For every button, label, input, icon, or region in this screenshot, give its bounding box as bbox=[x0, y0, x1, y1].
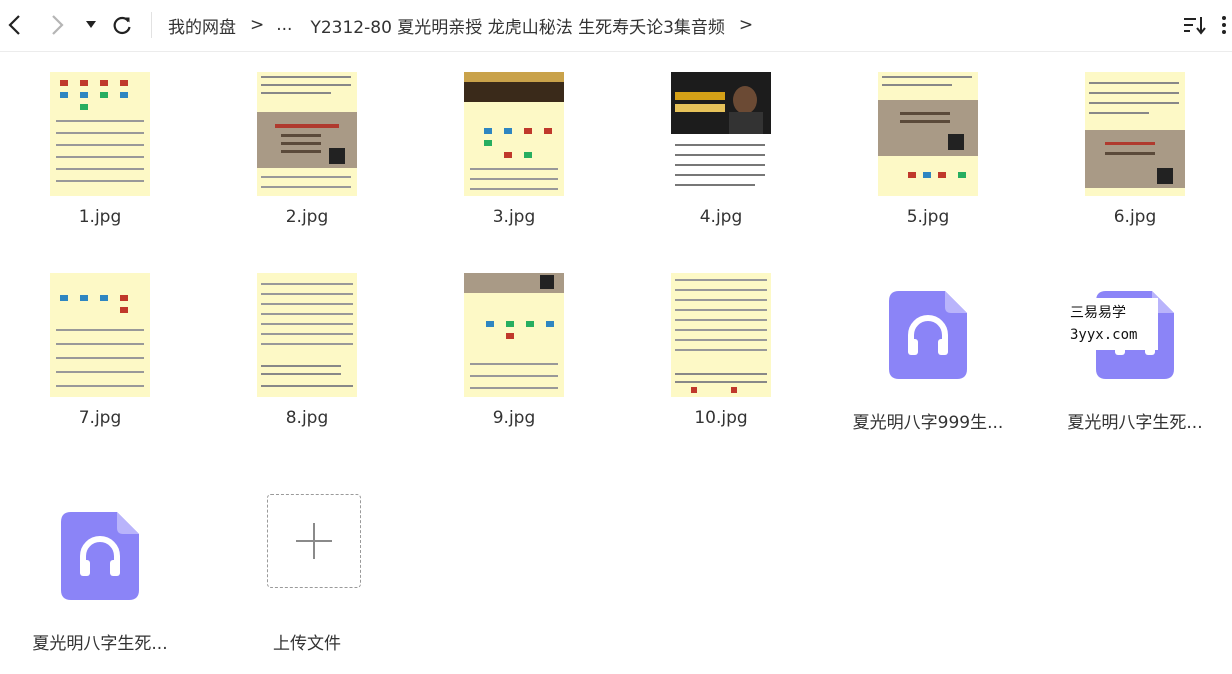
chevron-right-icon bbox=[52, 15, 64, 35]
refresh-button[interactable] bbox=[107, 10, 137, 40]
file-name: 4.jpg bbox=[699, 207, 743, 227]
file-name: 5.jpg bbox=[906, 207, 950, 227]
image-thumbnail bbox=[671, 273, 771, 397]
image-thumbnail bbox=[1085, 72, 1185, 196]
audio-file-icon bbox=[61, 512, 139, 600]
file-name: 9.jpg bbox=[492, 408, 536, 428]
file-item[interactable]: 9.jpg bbox=[414, 263, 614, 453]
file-name: 2.jpg bbox=[285, 207, 329, 227]
file-name: 7.jpg bbox=[78, 408, 122, 428]
image-thumbnail bbox=[50, 72, 150, 196]
image-thumbnail bbox=[50, 273, 150, 397]
file-item[interactable]: 夏光明八字生死... bbox=[1035, 263, 1232, 453]
file-name: 夏光明八字生死... bbox=[1067, 413, 1203, 433]
file-name: 夏光明八字999生... bbox=[852, 413, 1004, 433]
file-name: 8.jpg bbox=[285, 408, 329, 428]
watermark-line1: 三易易学 bbox=[1070, 305, 1126, 321]
image-thumbnail bbox=[671, 72, 771, 196]
sort-button[interactable] bbox=[1180, 10, 1210, 40]
file-name: 10.jpg bbox=[694, 408, 748, 428]
file-item[interactable]: 7.jpg bbox=[0, 263, 200, 453]
back-button[interactable] bbox=[0, 10, 30, 40]
file-name: 3.jpg bbox=[492, 207, 536, 227]
audio-file-thumbnail bbox=[50, 494, 150, 618]
caret-down-icon bbox=[86, 21, 96, 28]
file-item[interactable]: 6.jpg bbox=[1035, 62, 1232, 252]
breadcrumb-ellipsis[interactable]: ... bbox=[276, 15, 292, 35]
forward-button[interactable] bbox=[42, 10, 72, 40]
file-name: 1.jpg bbox=[78, 207, 122, 227]
sort-icon bbox=[1184, 17, 1206, 35]
file-item[interactable]: 1.jpg bbox=[0, 62, 200, 252]
history-dropdown-button[interactable] bbox=[76, 10, 106, 40]
breadcrumb-current-folder[interactable]: Y2312-80 夏光明亲授 龙虎山秘法 生死寿夭论3集音频 bbox=[310, 13, 724, 38]
watermark: 三易易学 3yyx.com bbox=[1062, 298, 1158, 350]
toolbar: 我的网盘 > ... Y2312-80 夏光明亲授 龙虎山秘法 生死寿夭论3集音… bbox=[0, 0, 1232, 52]
image-thumbnail bbox=[257, 72, 357, 196]
file-item[interactable]: 4.jpg bbox=[621, 62, 821, 252]
upload-label: 上传文件 bbox=[273, 634, 341, 654]
audio-file-thumbnail bbox=[878, 273, 978, 397]
plus-icon bbox=[296, 523, 332, 559]
image-thumbnail bbox=[257, 273, 357, 397]
chevron-left-icon bbox=[8, 15, 20, 35]
more-options-button[interactable] bbox=[1216, 10, 1232, 40]
image-thumbnail bbox=[464, 72, 564, 196]
breadcrumb-separator-icon: > bbox=[738, 15, 754, 35]
watermark-line2: 3yyx.com bbox=[1070, 327, 1138, 343]
breadcrumb: 我的网盘 > ... Y2312-80 夏光明亲授 龙虎山秘法 生死寿夭论3集音… bbox=[168, 11, 765, 39]
upload-dropzone[interactable] bbox=[267, 494, 361, 588]
image-thumbnail bbox=[464, 273, 564, 397]
file-item[interactable]: 2.jpg bbox=[207, 62, 407, 252]
image-thumbnail bbox=[878, 72, 978, 196]
file-item[interactable]: 10.jpg bbox=[621, 263, 821, 453]
breadcrumb-root[interactable]: 我的网盘 bbox=[168, 13, 236, 38]
file-item[interactable]: 夏光明八字999生... bbox=[828, 263, 1028, 453]
audio-file-icon bbox=[889, 291, 967, 379]
upload-file-button[interactable]: 上传文件 bbox=[207, 484, 407, 674]
file-item[interactable]: 夏光明八字生死... bbox=[0, 484, 200, 674]
file-name: 6.jpg bbox=[1113, 207, 1157, 227]
refresh-icon bbox=[113, 16, 131, 35]
file-item[interactable]: 3.jpg bbox=[414, 62, 614, 252]
breadcrumb-separator-icon: > bbox=[250, 15, 265, 35]
file-name: 夏光明八字生死... bbox=[32, 634, 168, 654]
more-vertical-icon bbox=[1222, 16, 1226, 34]
file-item[interactable]: 8.jpg bbox=[207, 263, 407, 453]
file-item[interactable]: 5.jpg bbox=[828, 62, 1028, 252]
toolbar-divider bbox=[151, 12, 152, 38]
